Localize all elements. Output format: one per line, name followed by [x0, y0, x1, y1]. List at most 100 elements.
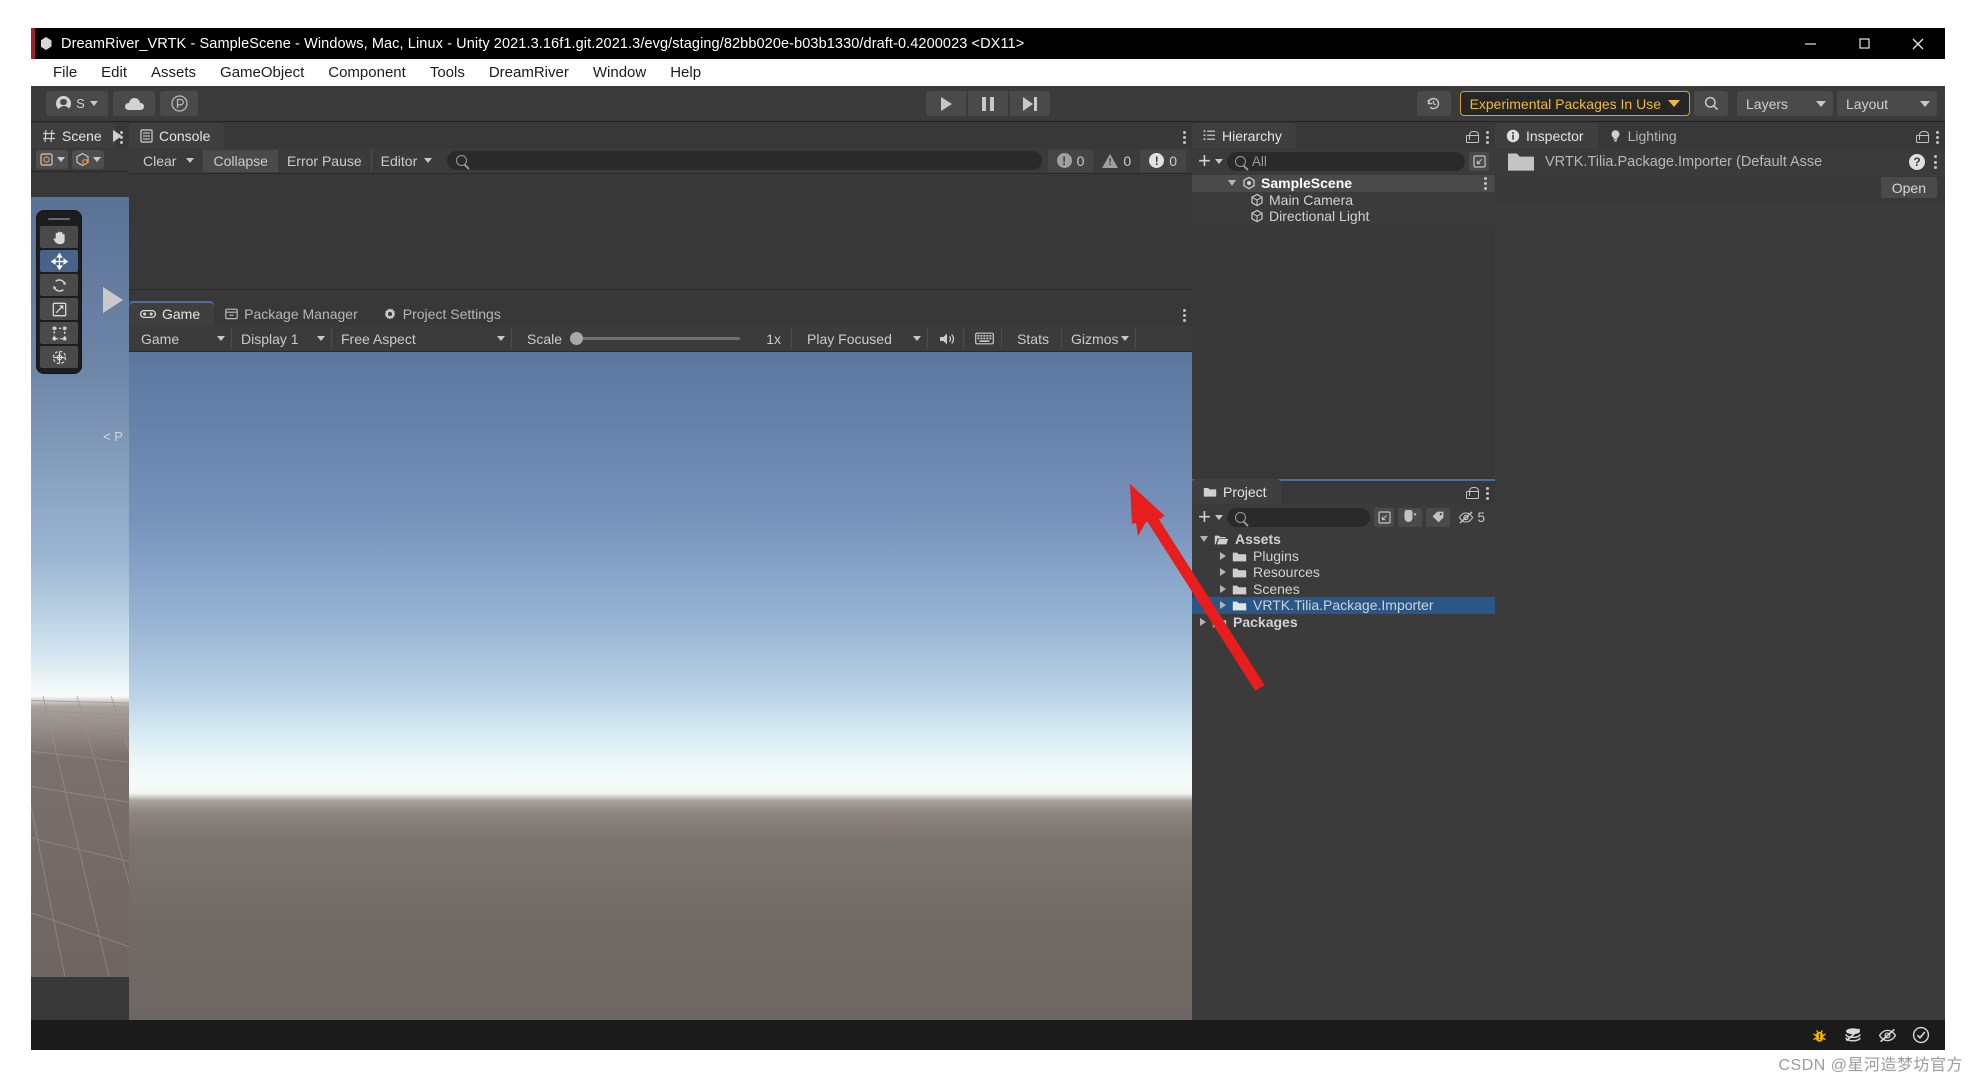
- pause-button[interactable]: [968, 91, 1008, 116]
- experimental-packages-button[interactable]: Experimental Packages In Use: [1460, 91, 1690, 116]
- project-item-vrtk-tilia-package-importer[interactable]: VRTK.Tilia.Package.Importer: [1192, 597, 1495, 614]
- tab-console[interactable]: Console: [129, 123, 224, 148]
- overlay-drag-handle[interactable]: [48, 218, 70, 220]
- hierarchy-search-filter-button[interactable]: [1469, 152, 1489, 171]
- menu-item-help[interactable]: Help: [658, 62, 713, 83]
- scale-slider-track[interactable]: [570, 337, 740, 340]
- inspector-open-button[interactable]: Open: [1881, 177, 1937, 198]
- hierarchy-add-button[interactable]: +: [1198, 153, 1223, 169]
- project-search-window-button[interactable]: [1374, 508, 1394, 527]
- help-icon[interactable]: ?: [1909, 154, 1925, 170]
- game-scale-slider[interactable]: Scale 1x: [512, 328, 798, 349]
- menu-item-assets[interactable]: Assets: [139, 62, 208, 83]
- undo-history-button[interactable]: [1417, 91, 1451, 116]
- project-filter-label-button[interactable]: [1426, 508, 1450, 527]
- project-item-assets[interactable]: Assets: [1192, 531, 1495, 548]
- tab-project-settings[interactable]: Project Settings: [372, 301, 515, 326]
- scale-tool-button[interactable]: [40, 298, 78, 320]
- tab-lighting[interactable]: Lighting: [1598, 123, 1691, 148]
- project-tree[interactable]: Assets Plugins: [1192, 531, 1495, 1027]
- kebab-icon[interactable]: [1934, 155, 1937, 168]
- account-button[interactable]: S: [46, 91, 108, 116]
- chevron-right-icon[interactable]: [1220, 585, 1226, 593]
- menu-item-edit[interactable]: Edit: [89, 62, 139, 83]
- console-log-count[interactable]: ! 0: [1048, 150, 1094, 172]
- project-item-scenes[interactable]: Scenes: [1192, 581, 1495, 598]
- layers-stack-icon[interactable]: [1843, 1025, 1863, 1045]
- game-target-dropdown[interactable]: Game: [132, 328, 232, 349]
- hierarchy-search-input[interactable]: All: [1227, 152, 1465, 171]
- menu-item-component[interactable]: Component: [316, 62, 418, 83]
- console-warning-count[interactable]: 0: [1093, 150, 1140, 172]
- hierarchy-tree[interactable]: SampleScene M: [1192, 175, 1495, 225]
- game-playmode-dropdown[interactable]: Play Focused: [798, 328, 928, 349]
- chevron-right-icon[interactable]: [1220, 568, 1226, 576]
- layers-dropdown[interactable]: Layers: [1737, 91, 1833, 116]
- game-display-dropdown[interactable]: Display 1: [232, 328, 332, 349]
- project-item-resources[interactable]: Resources: [1192, 564, 1495, 581]
- scene-gizmo-arrow[interactable]: [103, 287, 123, 313]
- game-framedebug-button[interactable]: [964, 328, 1002, 349]
- lock-icon[interactable]: [1466, 131, 1477, 143]
- menu-item-window[interactable]: Window: [581, 62, 658, 83]
- kebab-icon[interactable]: [1183, 309, 1186, 322]
- project-filter-type-button[interactable]: [1398, 508, 1422, 527]
- kebab-icon[interactable]: [1183, 131, 1186, 144]
- lock-icon[interactable]: [1916, 131, 1927, 143]
- chevron-right-icon[interactable]: [1200, 618, 1206, 626]
- move-tool-button[interactable]: [40, 250, 78, 272]
- hierarchy-item-samplescene[interactable]: SampleScene: [1192, 175, 1495, 192]
- inspector-body[interactable]: [1495, 203, 1945, 1026]
- project-add-button[interactable]: +: [1198, 509, 1223, 525]
- rect-tool-button[interactable]: [40, 322, 78, 344]
- step-button[interactable]: [1010, 91, 1050, 116]
- console-collapse-button[interactable]: Collapse: [203, 150, 276, 172]
- project-hidden-packages-count[interactable]: 5: [1454, 510, 1489, 525]
- game-viewport[interactable]: [129, 352, 1192, 1050]
- kebab-icon[interactable]: [1486, 487, 1489, 500]
- chevron-down-icon[interactable]: [1228, 180, 1236, 186]
- rotate-tool-button[interactable]: [40, 274, 78, 296]
- project-search-input[interactable]: [1227, 508, 1371, 527]
- kebab-icon[interactable]: [120, 131, 123, 144]
- plugin-button[interactable]: [160, 91, 198, 116]
- search-button[interactable]: [1694, 91, 1728, 116]
- tab-scene[interactable]: Scene: [31, 123, 116, 148]
- project-item-packages[interactable]: Packages: [1192, 614, 1495, 631]
- console-editor-dropdown[interactable]: Editor: [371, 150, 442, 172]
- console-error-pause-button[interactable]: Error Pause: [277, 150, 371, 172]
- console-search-input[interactable]: [447, 151, 1041, 170]
- tab-package-manager[interactable]: Package Manager: [214, 301, 372, 326]
- pivot-toggle[interactable]: [36, 150, 68, 169]
- minimize-icon[interactable]: [1783, 28, 1837, 59]
- hand-tool-button[interactable]: [40, 226, 78, 248]
- hierarchy-item-main-camera[interactable]: Main Camera: [1192, 192, 1495, 209]
- tab-project[interactable]: Project: [1192, 479, 1281, 504]
- menu-item-file[interactable]: File: [41, 62, 89, 83]
- layout-dropdown[interactable]: Layout: [1837, 91, 1937, 116]
- maximize-icon[interactable]: [1837, 28, 1891, 59]
- lock-icon[interactable]: [1466, 487, 1477, 499]
- console-log-list[interactable]: [129, 174, 1192, 301]
- tab-game[interactable]: Game: [129, 301, 214, 326]
- game-gizmos-dropdown[interactable]: Gizmos: [1062, 328, 1136, 349]
- menu-item-gameobject[interactable]: GameObject: [208, 62, 316, 83]
- kebab-icon[interactable]: [1936, 131, 1939, 144]
- kebab-icon[interactable]: [1484, 177, 1487, 190]
- game-mute-button[interactable]: [928, 328, 964, 349]
- play-button[interactable]: [926, 91, 966, 116]
- project-item-plugins[interactable]: Plugins: [1192, 548, 1495, 565]
- game-aspect-dropdown[interactable]: Free Aspect: [332, 328, 512, 349]
- console-error-count[interactable]: ! 0: [1140, 150, 1186, 172]
- menu-item-dreamriver[interactable]: DreamRiver: [477, 62, 581, 83]
- local-global-toggle[interactable]: [72, 150, 104, 169]
- transform-tool-button[interactable]: [40, 346, 78, 368]
- eye-off-icon[interactable]: [1877, 1025, 1897, 1045]
- scene-viewport[interactable]: < P: [31, 197, 129, 977]
- scale-slider-knob[interactable]: [570, 332, 583, 345]
- game-stats-button[interactable]: Stats: [1002, 328, 1062, 349]
- chevron-right-icon[interactable]: [1220, 552, 1226, 560]
- cloud-services-button[interactable]: [113, 91, 155, 116]
- hierarchy-item-directional-light[interactable]: Directional Light: [1192, 208, 1495, 225]
- kebab-icon[interactable]: [1486, 131, 1489, 144]
